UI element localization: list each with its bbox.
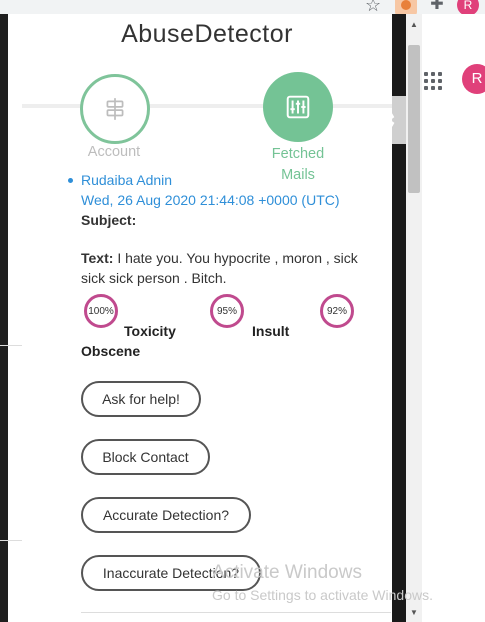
toxicity-label: Toxicity — [124, 323, 176, 339]
ask-for-help-button[interactable]: Ask for help! — [81, 381, 201, 417]
step-account-label: Account — [87, 144, 141, 160]
star-icon[interactable]: ☆ — [365, 0, 385, 15]
mail-sender: Rudaiba Adnin — [81, 172, 173, 188]
browser-toolbar: ☆ ✚ R — [0, 0, 485, 16]
obscene-label: Obscene — [81, 343, 141, 359]
mail-item: Rudaiba Adnin Wed, 26 Aug 2020 21:44:08 … — [68, 170, 381, 288]
stepper-track — [22, 104, 392, 108]
mail-date: Wed, 26 Aug 2020 21:44:08 +0000 (UTC) — [81, 192, 340, 208]
sliders-icon — [286, 95, 310, 119]
extensions-puzzle-icon[interactable]: ✚ — [427, 0, 447, 15]
background-divider — [0, 345, 22, 346]
apps-grid-icon[interactable] — [424, 72, 442, 90]
mail-text: Text: I hate you. You hypocrite , moron … — [81, 248, 381, 288]
signpost-icon — [106, 98, 124, 120]
detection-scores: 100% 95% 92% Toxicity Insult Obscene — [81, 294, 384, 359]
divider — [81, 612, 391, 613]
watermark-subtitle: Go to Settings to activate Windows. — [212, 587, 433, 603]
scrollbar-thumb[interactable] — [408, 45, 420, 193]
mail-subject: Subject: — [81, 210, 381, 230]
windows-activation-watermark: Activate Windows Go to Settings to activ… — [212, 562, 433, 603]
text-value: I hate you. You hypocrite , moron , sick… — [81, 250, 358, 286]
toxicity-gauge: 100% — [84, 294, 118, 328]
abuse-detector-popup: AbuseDetector Account Fetched Mails Ruda… — [22, 14, 392, 622]
scroll-up-arrow-icon[interactable]: ▲ — [410, 20, 418, 29]
watermark-title: Activate Windows — [212, 562, 362, 583]
scroll-down-arrow-icon[interactable]: ▼ — [410, 608, 418, 617]
insult-gauge: 95% — [210, 294, 244, 328]
step-fetched-mails[interactable] — [263, 72, 333, 142]
insult-label: Insult — [252, 323, 290, 339]
obscene-gauge: 92% — [320, 294, 354, 328]
subject-label: Subject: — [81, 212, 137, 228]
account-avatar[interactable]: R — [462, 64, 485, 94]
background-page-edge — [0, 14, 8, 622]
accurate-detection-button[interactable]: Accurate Detection? — [81, 497, 251, 533]
background-divider — [0, 540, 22, 541]
list-bullet — [68, 178, 73, 183]
block-contact-button[interactable]: Block Contact — [81, 439, 210, 475]
popup-title: AbuseDetector — [121, 20, 293, 48]
text-label: Text: — [81, 250, 114, 266]
step-account[interactable] — [80, 74, 150, 144]
